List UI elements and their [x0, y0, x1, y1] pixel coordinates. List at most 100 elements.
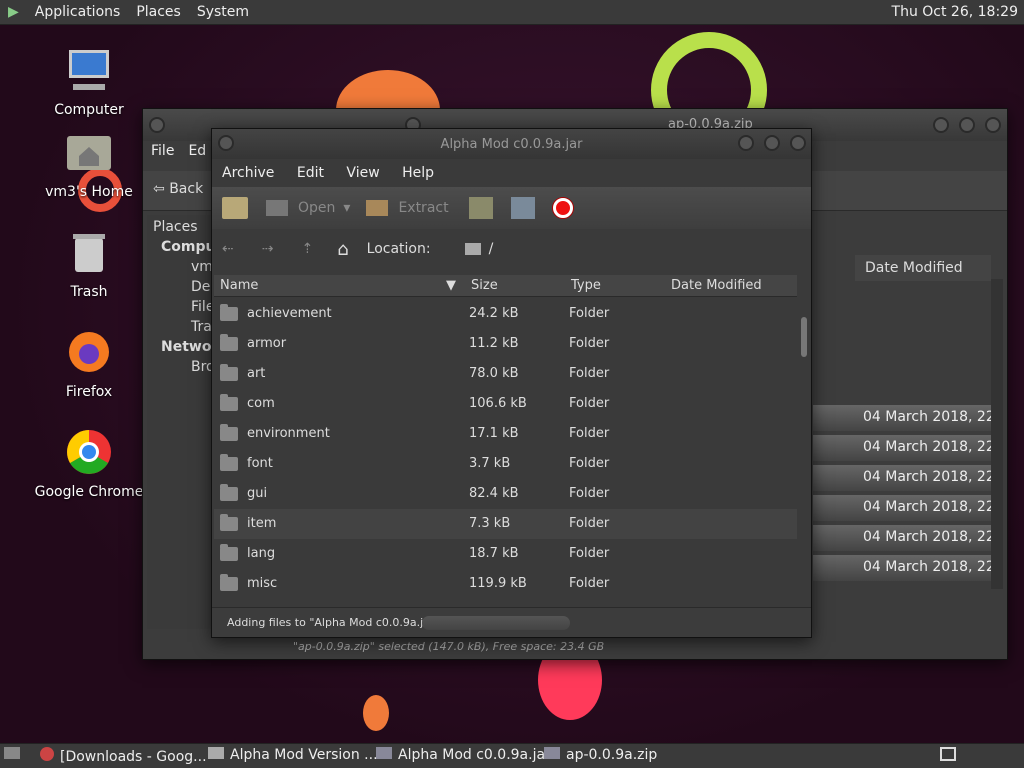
menu-file[interactable]: File: [151, 143, 174, 159]
taskbar-button[interactable]: [Downloads - Goog...: [40, 747, 207, 765]
desktop-icon-label: Trash: [70, 284, 108, 300]
table-row[interactable]: gui 82.4 kB Folder: [214, 479, 797, 509]
add-files-button[interactable]: [468, 197, 493, 219]
location-path[interactable]: /: [489, 241, 494, 257]
table-row[interactable]: armor 11.2 kB Folder: [214, 329, 797, 359]
workspace-icon: [940, 747, 956, 761]
folder-icon: [220, 334, 238, 351]
open-label: Open: [298, 200, 336, 216]
table-row[interactable]: misc 119.9 kB Folder: [214, 569, 797, 599]
list-item[interactable]: 04 March 2018, 22:...: [813, 465, 991, 491]
forward-arrow-icon[interactable]: ⇢: [262, 241, 274, 257]
column-header-name[interactable]: Name: [220, 278, 258, 293]
scrollbar[interactable]: [991, 279, 1003, 589]
taskbar-button[interactable]: Alpha Mod Version ...: [208, 747, 378, 763]
new-archive-button[interactable]: [222, 197, 248, 219]
places-menu[interactable]: Places: [128, 4, 189, 20]
top-panel: ▶ Applications Places System Thu Oct 26,…: [0, 0, 1024, 25]
file-list: achievement 24.2 kB Folder armor 11.2 kB Fol…: [214, 299, 797, 605]
row-name: font: [247, 456, 273, 471]
location-bar: ⇠ ⇢ ⇡ ⌂ Location: /: [212, 229, 811, 269]
table-row[interactable]: art 78.0 kB Folder: [214, 359, 797, 389]
back-arrow-icon: ⇦: [153, 181, 170, 197]
scrollbar[interactable]: [799, 299, 809, 605]
list-item[interactable]: 04 March 2018, 22:...: [813, 435, 991, 461]
desktop-icon-chrome[interactable]: Google Chrome: [34, 428, 144, 500]
open-dropdown-icon[interactable]: ▾: [343, 200, 350, 216]
list-item[interactable]: 04 March 2018, 22:...: [813, 525, 991, 551]
table-row[interactable]: lang 18.7 kB Folder: [214, 539, 797, 569]
extract-button[interactable]: Extract: [366, 200, 449, 216]
stop-button[interactable]: [552, 198, 573, 218]
taskbar-button[interactable]: Alpha Mod c0.0.9a.jar: [376, 747, 551, 763]
close-button[interactable]: [790, 135, 806, 151]
row-size: 11.2 kB: [469, 336, 519, 351]
folder-icon: [220, 454, 238, 471]
folder-icon: [208, 747, 224, 759]
row-size: 17.1 kB: [469, 426, 519, 441]
list-item[interactable]: 04 March 2018, 22:...: [813, 495, 991, 521]
system-menu[interactable]: System: [189, 4, 257, 20]
up-arrow-icon[interactable]: ⇡: [301, 241, 313, 257]
desktop-icon-computer[interactable]: Computer: [34, 46, 144, 118]
add-folder-button[interactable]: [510, 197, 535, 219]
desktop-icon-label: vm3's Home: [45, 184, 133, 200]
firefox-icon: [69, 332, 109, 372]
folder-icon: [220, 544, 238, 561]
maximize-button[interactable]: [959, 117, 975, 133]
row-name: gui: [247, 486, 268, 501]
open-button[interactable]: Open: [266, 200, 335, 216]
chrome-icon: [67, 430, 111, 474]
column-header-size[interactable]: Size: [471, 278, 498, 293]
menu-help[interactable]: Help: [402, 165, 434, 181]
folder-icon: [220, 514, 238, 531]
show-desktop-button[interactable]: [4, 747, 20, 763]
open-icon: [266, 200, 288, 216]
home-icon[interactable]: ⌂: [337, 239, 348, 260]
row-size: 24.2 kB: [469, 306, 519, 321]
table-row[interactable]: font 3.7 kB Folder: [214, 449, 797, 479]
applications-menu[interactable]: Applications: [27, 4, 129, 20]
scrollbar-thumb[interactable]: [801, 317, 807, 357]
row-type: Folder: [569, 516, 610, 531]
desktop-icon-home[interactable]: vm3's Home: [34, 128, 144, 200]
table-row[interactable]: achievement 24.2 kB Folder: [214, 299, 797, 329]
close-button[interactable]: [985, 117, 1001, 133]
chrome-icon: [40, 747, 54, 761]
menu-view[interactable]: View: [346, 165, 379, 181]
desktop-icon-firefox[interactable]: Firefox: [34, 328, 144, 400]
row-name: environment: [247, 426, 330, 441]
menu-archive[interactable]: Archive: [222, 165, 274, 181]
back-label: Back: [169, 181, 204, 197]
column-header-date[interactable]: Date Modified: [855, 255, 991, 281]
workspace-switcher[interactable]: [940, 747, 956, 765]
row-type: Folder: [569, 576, 610, 591]
status-bar: "ap-0.0.9a.zip" selected (147.0 kB), Fre…: [293, 640, 605, 653]
clock[interactable]: Thu Oct 26, 18:29: [892, 4, 1018, 20]
trash-icon: [73, 234, 105, 272]
table-row[interactable]: environment 17.1 kB Folder: [214, 419, 797, 449]
toolbar: Open ▾ Extract: [212, 187, 811, 229]
window-menu-button[interactable]: [149, 117, 165, 133]
table-row[interactable]: com 106.6 kB Folder: [214, 389, 797, 419]
distro-logo-icon[interactable]: ▶: [0, 4, 27, 20]
taskbar-button[interactable]: ap-0.0.9a.zip: [544, 747, 657, 763]
menu-edit[interactable]: Edit: [297, 165, 324, 181]
desktop-icon-trash[interactable]: Trash: [34, 228, 144, 300]
title-bar[interactable]: Alpha Mod c0.0.9a.jar: [212, 129, 811, 159]
menu-edit[interactable]: Ed: [188, 143, 206, 159]
minimize-button[interactable]: [933, 117, 949, 133]
list-item[interactable]: 04 March 2018, 22:...: [813, 555, 991, 581]
column-header-type[interactable]: Type: [571, 278, 601, 293]
minimize-button[interactable]: [738, 135, 754, 151]
back-button[interactable]: ⇦ Back: [153, 181, 203, 197]
list-item[interactable]: 04 March 2018, 22:...: [813, 405, 991, 431]
back-arrow-icon[interactable]: ⇠: [222, 241, 234, 257]
row-type: Folder: [569, 396, 610, 411]
row-size: 3.7 kB: [469, 456, 511, 471]
column-header-date[interactable]: Date Modified: [671, 278, 762, 293]
table-row[interactable]: item 7.3 kB Folder: [214, 509, 797, 539]
row-name: achievement: [247, 306, 332, 321]
maximize-button[interactable]: [764, 135, 780, 151]
row-type: Folder: [569, 336, 610, 351]
